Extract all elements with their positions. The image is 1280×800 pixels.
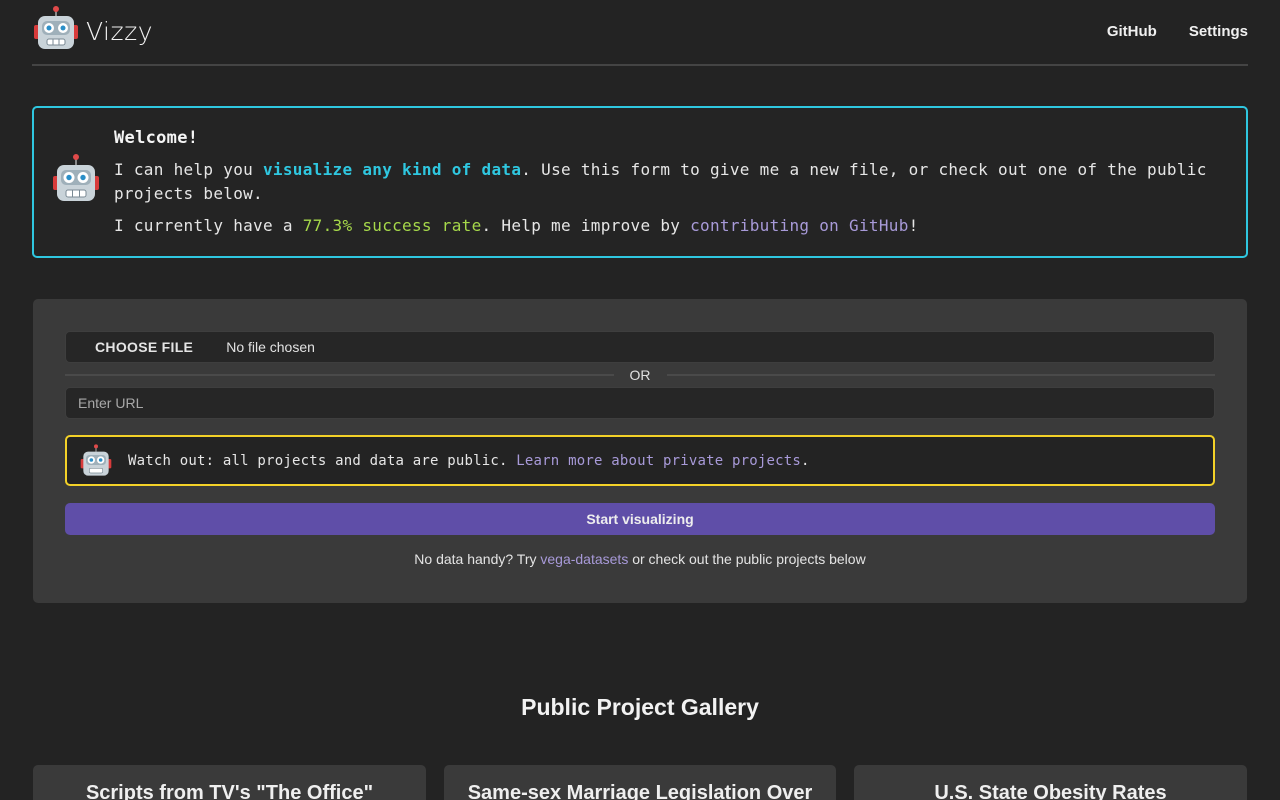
welcome-text-segment: . Help me improve by [481, 216, 691, 235]
warning-text-segment: Watch out: all projects and data are pub… [128, 452, 517, 469]
gallery-title: Public Project Gallery [521, 694, 759, 720]
gallery-card[interactable]: U.S. State Obesity Rates [854, 765, 1247, 800]
robot-icon [80, 443, 112, 476]
upload-form-card: CHOOSE FILE No file chosen OR Watch out:… [33, 299, 1247, 603]
nav-settings-link[interactable]: Settings [1189, 23, 1248, 40]
gallery-card-title: Same-sex Marriage Legislation Over [467, 782, 813, 800]
welcome-text: Welcome! I can help you visualize any ki… [114, 128, 1214, 238]
warning-text-segment: . [801, 452, 810, 469]
top-nav: GitHub Settings [1107, 23, 1248, 40]
url-input[interactable] [65, 387, 1215, 419]
welcome-heading: Welcome! [114, 128, 199, 148]
welcome-text-segment: ! [908, 216, 919, 235]
success-rate: 77.3% success rate [302, 216, 482, 235]
public-warning: Watch out: all projects and data are pub… [65, 435, 1215, 486]
welcome-text-segment: I currently have a [114, 216, 303, 235]
start-visualizing-button[interactable]: Start visualizing [65, 503, 1215, 535]
welcome-text-segment: I can help you [114, 160, 263, 179]
warning-text: Watch out: all projects and data are pub… [128, 453, 810, 469]
app-name: Vizzy [86, 16, 154, 46]
or-label: OR [629, 367, 651, 383]
gallery-card-title: Scripts from TV's "The Office" [85, 782, 374, 800]
welcome-line-2: I currently have a 77.3% success rate. H… [114, 214, 1214, 238]
nav-github-link[interactable]: GitHub [1107, 23, 1157, 40]
divider-line [65, 374, 614, 376]
hint-text-segment: or check out the public projects below [628, 551, 866, 567]
contribute-github-link[interactable]: contributing on GitHub [690, 216, 909, 235]
choose-file-button[interactable]: CHOOSE FILE [95, 339, 193, 355]
visualize-highlight: visualize any kind of data [263, 160, 522, 179]
welcome-panel: Welcome! I can help you visualize any ki… [32, 106, 1248, 258]
robot-icon [34, 6, 78, 49]
gallery-card-title: U.S. State Obesity Rates [934, 782, 1167, 800]
divider-line [666, 374, 1215, 376]
no-data-hint: No data handy? Try vega-datasets or chec… [33, 551, 1247, 567]
top-header: Vizzy GitHub Settings [32, 0, 1248, 66]
vega-datasets-link[interactable]: vega-datasets [540, 551, 628, 567]
brand[interactable]: Vizzy [32, 0, 153, 65]
file-input[interactable]: CHOOSE FILE No file chosen [65, 331, 1215, 363]
welcome-line-1: I can help you visualize any kind of dat… [114, 158, 1214, 206]
private-projects-link[interactable]: Learn more about private projects [516, 453, 801, 469]
robot-icon [53, 154, 99, 201]
or-divider: OR [65, 367, 1215, 383]
gallery-card[interactable]: Scripts from TV's "The Office" [33, 765, 426, 800]
file-status: No file chosen [226, 339, 315, 355]
hint-text-segment: No data handy? Try [414, 551, 541, 567]
gallery-card[interactable]: Same-sex Marriage Legislation Over [444, 765, 836, 800]
